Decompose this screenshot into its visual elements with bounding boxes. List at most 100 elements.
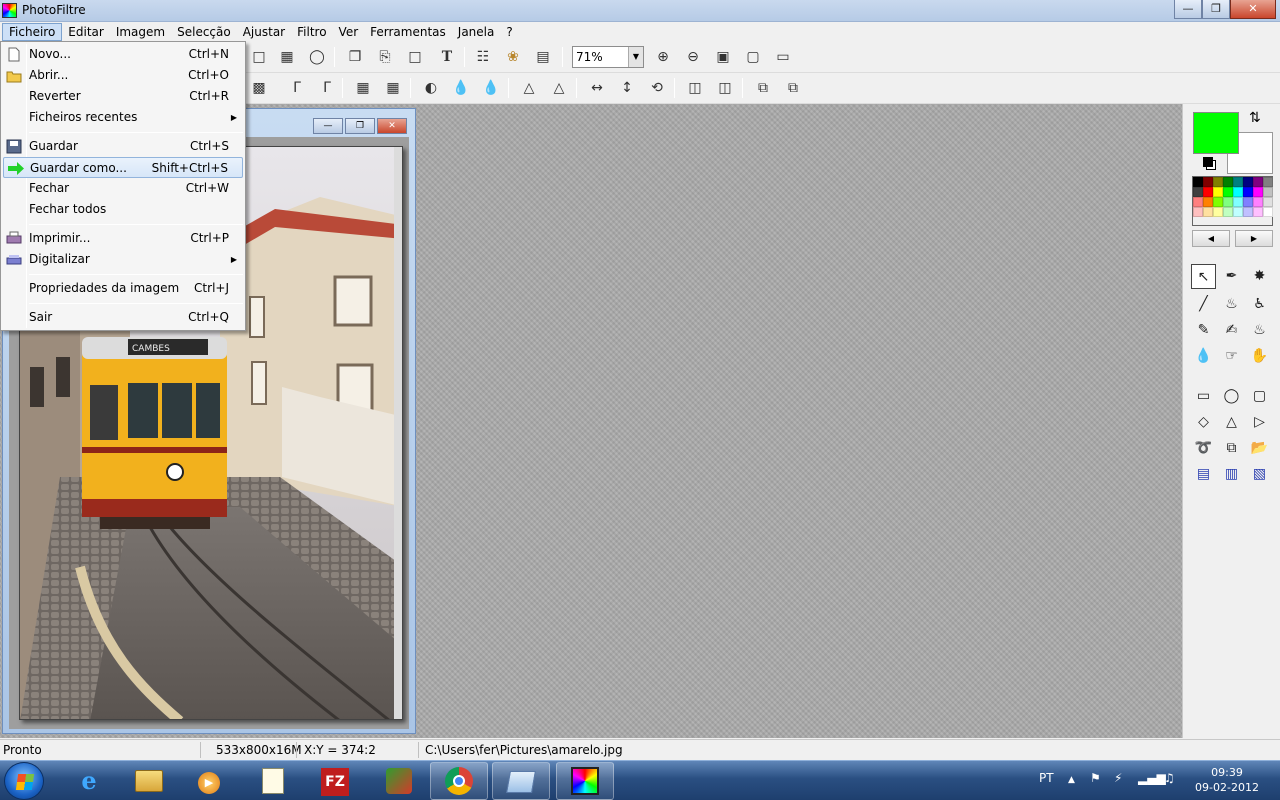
eyedropper-tool-icon[interactable]: ✒ bbox=[1219, 264, 1244, 289]
palette-swatch[interactable] bbox=[1243, 177, 1253, 187]
transparency-icon[interactable]: □ bbox=[248, 46, 270, 68]
flip-horizontal-icon[interactable]: ↔ bbox=[586, 77, 608, 99]
palette-swatch[interactable] bbox=[1213, 207, 1223, 217]
taskbar-file-explorer[interactable] bbox=[120, 762, 178, 800]
menu-help[interactable]: ? bbox=[500, 23, 518, 41]
crop-select-icon[interactable]: □ bbox=[404, 46, 426, 68]
grayscale-icon[interactable]: ▦ bbox=[352, 77, 374, 99]
ratio-select-icon[interactable]: ▧ bbox=[1247, 462, 1272, 487]
palette-swatch[interactable] bbox=[1253, 177, 1263, 187]
rotate-icon[interactable]: ⟲ bbox=[646, 77, 668, 99]
photofiltre-app-icon[interactable] bbox=[2, 3, 17, 18]
horizontal-fit-icon[interactable]: ▤ bbox=[1191, 462, 1216, 487]
palette-swatch[interactable] bbox=[1193, 177, 1203, 187]
menu-item-ficheiros-recentes[interactable]: Ficheiros recentes ▶ bbox=[3, 107, 243, 128]
taskbar-internet-explorer[interactable]: e bbox=[60, 762, 118, 800]
palette-swatch[interactable] bbox=[1233, 207, 1243, 217]
language-indicator[interactable]: PT bbox=[1039, 771, 1054, 785]
palette-swatch[interactable] bbox=[1263, 207, 1273, 217]
menu-item-abrir[interactable]: Abrir... Ctrl+O bbox=[3, 65, 243, 86]
close-button[interactable]: ✕ bbox=[1230, 0, 1276, 19]
fit-image-icon[interactable]: ▢ bbox=[742, 46, 764, 68]
palette-swatch[interactable] bbox=[1223, 177, 1233, 187]
plugins-icon[interactable]: ❀ bbox=[502, 46, 524, 68]
hand-tool-icon[interactable]: ✋ bbox=[1247, 344, 1272, 369]
lasso-select-icon[interactable]: ➰ bbox=[1191, 436, 1216, 461]
zoom-in-icon[interactable]: ⊕ bbox=[652, 46, 674, 68]
menu-item-fechar-todos[interactable]: Fechar todos bbox=[3, 199, 243, 220]
sharpen-more-icon[interactable]: △ bbox=[548, 77, 570, 99]
palette-swatch[interactable] bbox=[1243, 187, 1253, 197]
mask-icon[interactable]: ◯ bbox=[306, 46, 328, 68]
fill-bucket-tool-icon[interactable]: ♨ bbox=[1219, 292, 1244, 317]
vertical-fit-icon[interactable]: ▥ bbox=[1219, 462, 1244, 487]
palette-swatch[interactable] bbox=[1223, 187, 1233, 197]
rounded-rect-select-icon[interactable]: ▢ bbox=[1247, 384, 1272, 409]
zoom-select[interactable]: 71% ▼ bbox=[572, 46, 644, 68]
mirror-vertical-icon[interactable]: ◫ bbox=[714, 77, 736, 99]
menu-item-imprimir[interactable]: Imprimir... Ctrl+P bbox=[3, 228, 243, 249]
start-button[interactable] bbox=[4, 762, 44, 800]
menu-item-reverter[interactable]: Reverter Ctrl+R bbox=[3, 86, 243, 107]
palette-swatch[interactable] bbox=[1233, 197, 1243, 207]
power-plug-icon[interactable]: ⚡ bbox=[1114, 771, 1122, 785]
taskbar-chrome[interactable] bbox=[430, 762, 488, 800]
taskbar-map-app[interactable] bbox=[370, 762, 428, 800]
image-maximize-button[interactable]: ❐ bbox=[345, 118, 375, 134]
resize-canvas-icon[interactable]: ⧉ bbox=[782, 77, 804, 99]
menu-ver[interactable]: Ver bbox=[333, 23, 365, 41]
palette-swatch[interactable] bbox=[1263, 197, 1273, 207]
taskbar-media-player[interactable]: ▶ bbox=[180, 762, 238, 800]
menu-item-propriedades[interactable]: Propriedades da imagem Ctrl+J bbox=[3, 278, 243, 299]
paste-icon[interactable]: ⎘ bbox=[374, 46, 396, 68]
menu-seleccao[interactable]: Selecção bbox=[171, 23, 237, 41]
menu-item-guardar-como[interactable]: Guardar como... Shift+Ctrl+S bbox=[3, 157, 243, 178]
triangle-select-icon[interactable]: △ bbox=[1219, 410, 1244, 435]
palette-swatch[interactable] bbox=[1223, 207, 1233, 217]
smudge-tool-icon[interactable]: ☞ bbox=[1219, 344, 1244, 369]
rectangle-select-icon[interactable]: ▭ bbox=[1191, 384, 1216, 409]
swap-colors-icon[interactable]: ⇅ bbox=[1249, 110, 1261, 126]
menu-ficheiro[interactable]: Ficheiro bbox=[2, 23, 63, 41]
polygon-select-icon[interactable]: ⧉ bbox=[1219, 436, 1244, 461]
spray-tool-icon[interactable]: ♿ bbox=[1247, 292, 1272, 317]
palette-swatch[interactable] bbox=[1233, 177, 1243, 187]
action-center-flag-icon[interactable]: ⚑ bbox=[1090, 771, 1101, 785]
pointer-tool-icon[interactable]: ↖ bbox=[1191, 264, 1216, 289]
palette-swatch[interactable] bbox=[1223, 197, 1233, 207]
palette-next-button[interactable]: ▶ bbox=[1235, 230, 1273, 247]
palette-swatch[interactable] bbox=[1213, 187, 1223, 197]
resize-image-icon[interactable]: ⧉ bbox=[752, 77, 774, 99]
system-clock[interactable]: 09:39 09-02-2012 bbox=[1192, 765, 1262, 795]
palette-swatch[interactable] bbox=[1203, 187, 1213, 197]
clone-stamp-tool-icon[interactable]: ♨ bbox=[1247, 318, 1272, 343]
open-selection-icon[interactable]: 📂 bbox=[1247, 436, 1272, 461]
image-vertical-scrollbar[interactable] bbox=[394, 147, 402, 719]
brush-tool-icon[interactable]: ✎ bbox=[1191, 318, 1216, 343]
palette-swatch[interactable] bbox=[1193, 207, 1203, 217]
gamma-up-icon[interactable]: Γ bbox=[316, 77, 338, 99]
line-tool-icon[interactable]: ╱ bbox=[1191, 292, 1216, 317]
foreground-color-swatch[interactable] bbox=[1193, 112, 1239, 154]
palette-swatch[interactable] bbox=[1243, 207, 1253, 217]
right-triangle-select-icon[interactable]: ▷ bbox=[1247, 410, 1272, 435]
blur-icon[interactable]: 💧 bbox=[450, 77, 472, 99]
explorer-icon[interactable]: ☷ bbox=[472, 46, 494, 68]
menu-item-guardar[interactable]: Guardar Ctrl+S bbox=[3, 136, 243, 157]
actual-size-icon[interactable]: ▣ bbox=[712, 46, 734, 68]
menu-ferramentas[interactable]: Ferramentas bbox=[364, 23, 452, 41]
maximize-button[interactable]: ❐ bbox=[1202, 0, 1230, 19]
zoom-out-icon[interactable]: ⊖ bbox=[682, 46, 704, 68]
magic-wand-tool-icon[interactable]: ✸ bbox=[1247, 264, 1272, 289]
palette-swatch[interactable] bbox=[1193, 197, 1203, 207]
desaturate-icon[interactable]: ◐ bbox=[420, 77, 442, 99]
menu-ajustar[interactable]: Ajustar bbox=[237, 23, 291, 41]
diamond-select-icon[interactable]: ◇ bbox=[1191, 410, 1216, 435]
palette-swatch[interactable] bbox=[1263, 187, 1273, 197]
palette-prev-button[interactable]: ◀ bbox=[1192, 230, 1230, 247]
text-tool-icon[interactable]: T bbox=[436, 46, 458, 68]
taskbar-window-switcher[interactable] bbox=[492, 762, 550, 800]
palette-swatch[interactable] bbox=[1243, 197, 1253, 207]
ellipse-select-icon[interactable]: ◯ bbox=[1219, 384, 1244, 409]
advanced-brush-tool-icon[interactable]: ✍ bbox=[1219, 318, 1244, 343]
